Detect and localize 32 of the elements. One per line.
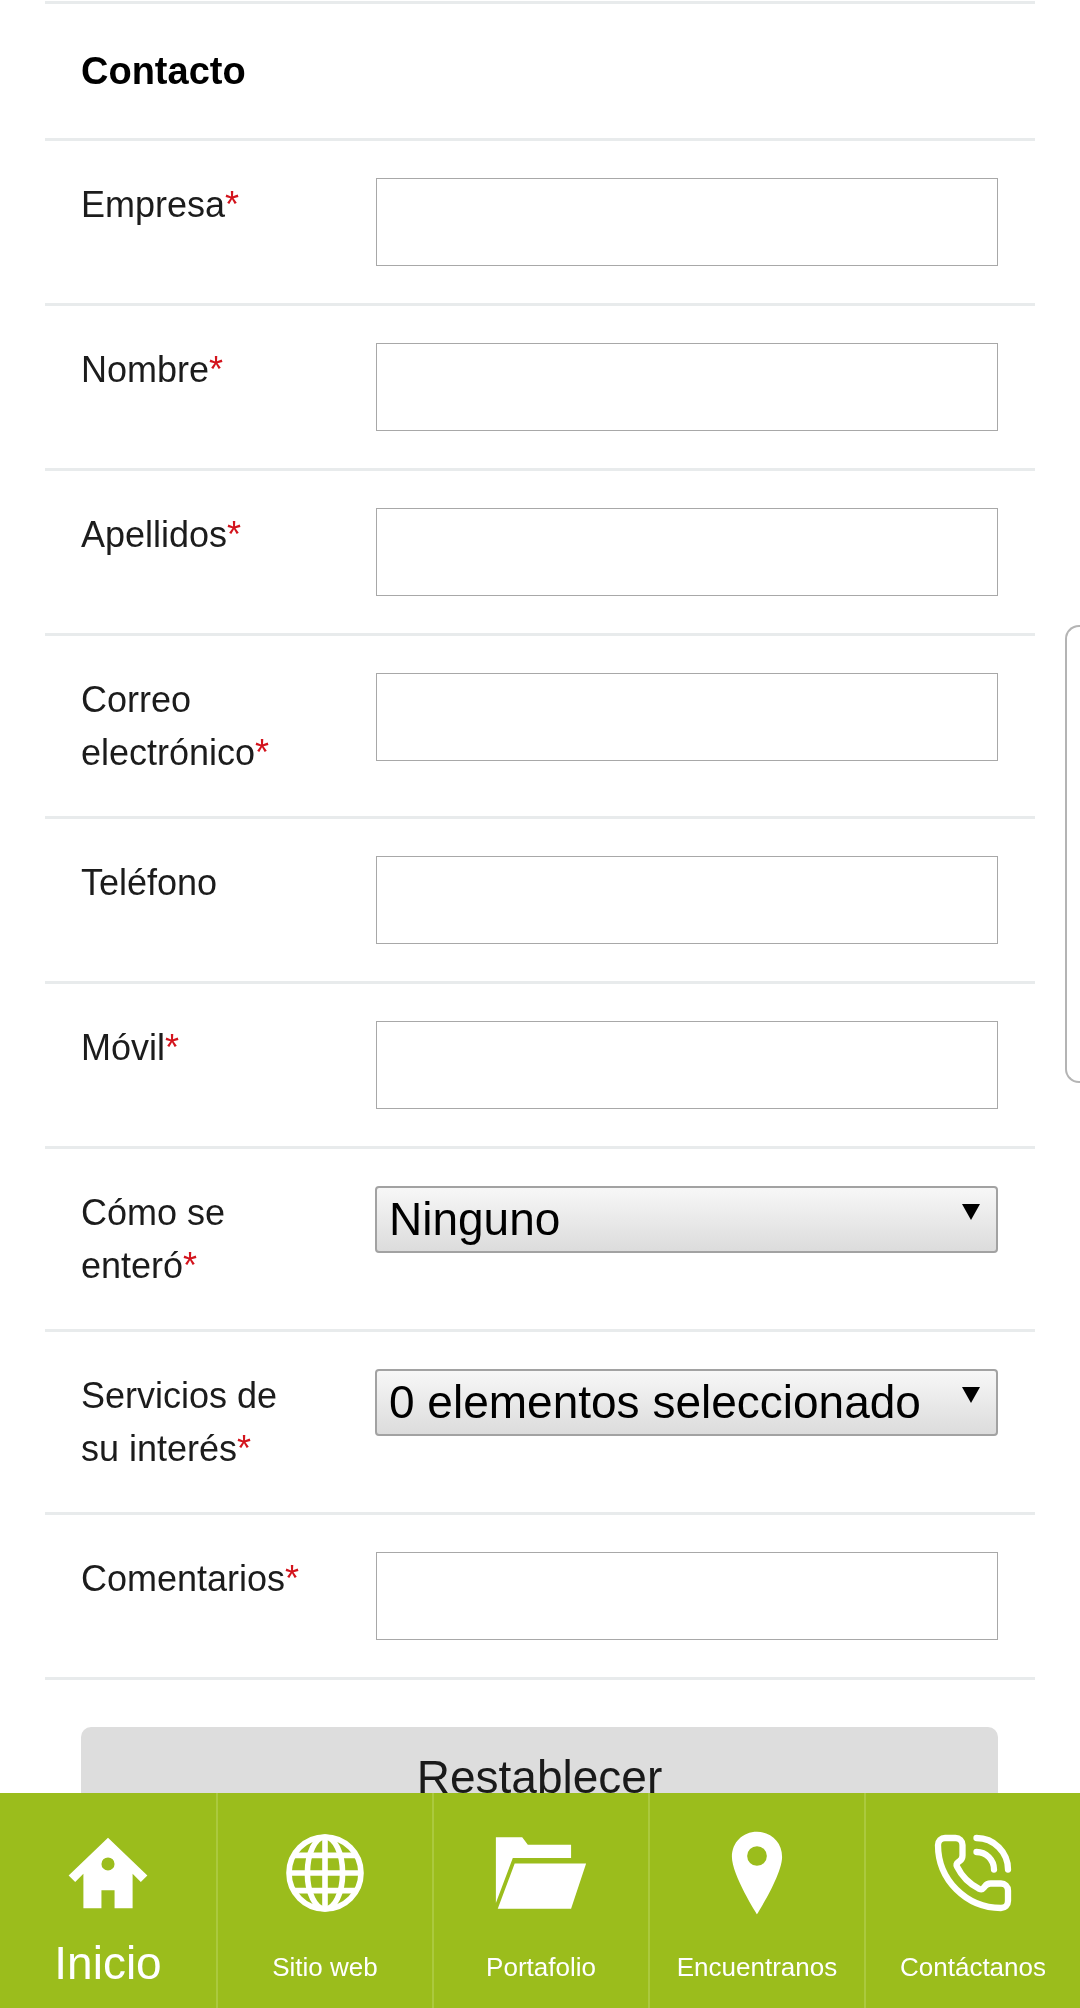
field-label: Nombre* bbox=[81, 348, 225, 392]
dropdown[interactable]: 0 elementos seleccionado bbox=[375, 1369, 998, 1436]
input-field[interactable] bbox=[376, 856, 998, 944]
input-field[interactable] bbox=[376, 178, 998, 266]
house-icon bbox=[67, 1836, 149, 1910]
nav-tab[interactable]: Encuentranos bbox=[648, 1793, 864, 2008]
field-label: Cómo se enteró* bbox=[81, 1191, 227, 1288]
field-label: Correo electrónico* bbox=[81, 678, 271, 775]
field-label: Servicios de su interés* bbox=[81, 1374, 279, 1471]
globe-icon bbox=[285, 1833, 365, 1913]
map-pin-icon bbox=[730, 1830, 784, 1916]
folder-icon bbox=[494, 1835, 588, 1911]
edge-panel-handle[interactable] bbox=[1065, 625, 1080, 1083]
nav-tab[interactable]: Sitio web bbox=[216, 1793, 432, 2008]
input-field[interactable] bbox=[376, 343, 998, 431]
section-title: Contacto bbox=[81, 49, 247, 94]
field-label: Comentarios* bbox=[81, 1557, 301, 1601]
input-field[interactable] bbox=[376, 1021, 998, 1109]
field-label: Móvil* bbox=[81, 1026, 181, 1070]
input-field[interactable] bbox=[376, 673, 998, 761]
reset-button[interactable]: Restablecer bbox=[81, 1727, 998, 1793]
dropdown[interactable]: Ninguno bbox=[375, 1186, 998, 1253]
field-label: Apellidos* bbox=[81, 513, 243, 557]
input-field[interactable] bbox=[376, 508, 998, 596]
field-label: Teléfono bbox=[81, 861, 219, 905]
input-field[interactable] bbox=[376, 1552, 998, 1640]
field-label: Empresa* bbox=[81, 183, 241, 227]
nav-tab[interactable]: Portafolio bbox=[432, 1793, 648, 2008]
nav-tab[interactable]: Contáctanos bbox=[864, 1793, 1080, 2008]
nav-tab[interactable]: Inicio bbox=[0, 1793, 216, 2008]
caret-icon bbox=[962, 1387, 980, 1403]
caret-icon bbox=[962, 1204, 980, 1220]
